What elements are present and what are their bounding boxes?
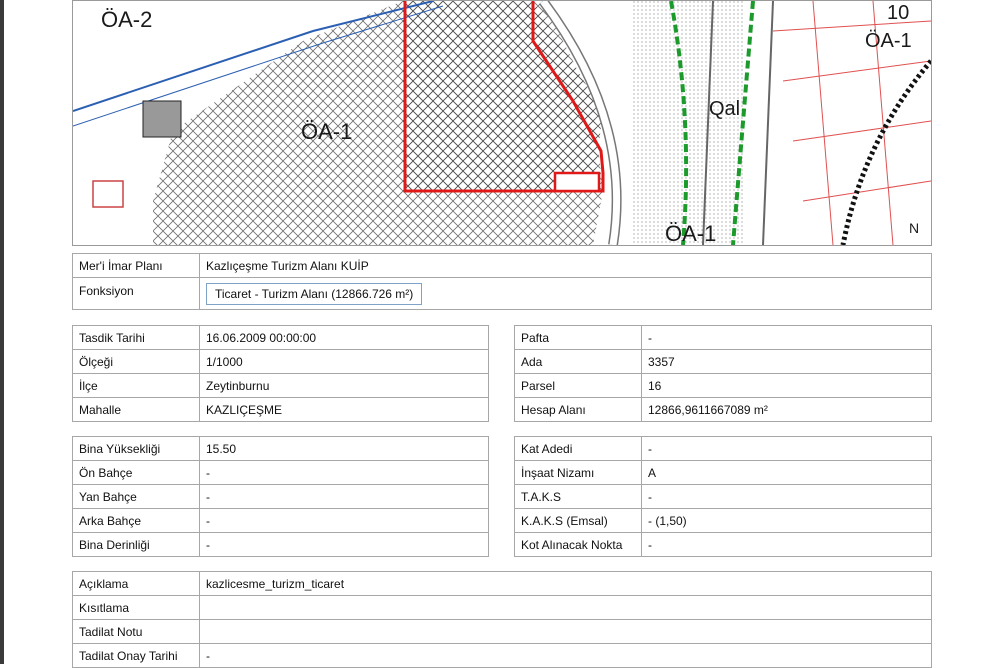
field-value: - xyxy=(641,532,932,557)
plan-table: Mer'i İmar Planı Kazlıçeşme Turizm Alanı… xyxy=(72,253,932,310)
field-label: Kot Alınacak Nokta xyxy=(514,532,642,557)
field-label: Bina Yüksekliği xyxy=(72,436,200,461)
table-row: Kat Adedi - xyxy=(514,436,932,461)
building-density-table: Kat Adedi - İnşaat Nizamı A T.A.K.S - K.A.K… xyxy=(514,436,932,557)
field-value: - xyxy=(641,325,932,350)
field-label: Ön Bahçe xyxy=(72,460,200,485)
field-label: İlçe xyxy=(72,373,200,398)
field-value: 15.50 xyxy=(199,436,489,461)
table-row: Mahalle KAZLIÇEŞME xyxy=(72,397,489,422)
table-row: Bina Yüksekliği 15.50 xyxy=(72,436,489,461)
table-row: İnşaat Nizamı A xyxy=(514,460,932,485)
field-value: KAZLIÇEŞME xyxy=(199,397,489,422)
field-value: - xyxy=(199,484,489,509)
field-label: Tadilat Notu xyxy=(72,619,200,644)
field-value: 3357 xyxy=(641,349,932,374)
map-label-oa2: ÖA-2 xyxy=(101,7,152,32)
table-row: Hesap Alanı 12866,9611667089 m² xyxy=(514,397,932,422)
table-row: Açıklama kazlicesme_turizm_ticaret xyxy=(72,571,932,596)
field-label: Kısıtlama xyxy=(72,595,200,620)
notes-table: Açıklama kazlicesme_turizm_ticaret Kısıtl… xyxy=(72,571,932,668)
zoning-map[interactable]: ÖA-2 ÖA-1 ÖA-1 ÖA-1 Qal 10 N xyxy=(72,0,932,246)
field-label: Pafta xyxy=(514,325,642,350)
table-row: Ölçeği 1/1000 xyxy=(72,349,489,374)
field-value: - xyxy=(199,508,489,533)
building-setbacks-table: Bina Yüksekliği 15.50 Ön Bahçe - Yan Bahçe… xyxy=(72,436,489,557)
table-row: Kısıtlama xyxy=(72,595,932,620)
table-row: Bina Derinliği - xyxy=(72,532,489,557)
field-label: Bina Derinliği xyxy=(72,532,200,557)
table-row: Kot Alınacak Nokta - xyxy=(514,532,932,557)
map-label-oa1-south: ÖA-1 xyxy=(665,221,716,245)
function-cell: Ticaret - Turizm Alanı (12866.726 m²) xyxy=(199,277,932,310)
map-label-oa1: ÖA-1 xyxy=(301,119,352,144)
table-row: Tasdik Tarihi 16.06.2009 00:00:00 xyxy=(72,325,489,350)
field-label: Mahalle xyxy=(72,397,200,422)
table-row: Fonksiyon Ticaret - Turizm Alanı (12866.… xyxy=(72,277,932,310)
field-value: - xyxy=(199,460,489,485)
north-arrow-icon: N xyxy=(909,220,919,236)
table-row: Arka Bahçe - xyxy=(72,508,489,533)
field-value: kazlicesme_turizm_ticaret xyxy=(199,571,932,596)
field-value: - xyxy=(641,436,932,461)
field-label: Kat Adedi xyxy=(514,436,642,461)
field-value: - xyxy=(641,484,932,509)
field-value: Zeytinburnu xyxy=(199,373,489,398)
parcel-ids-table: Pafta - Ada 3357 Parsel 16 Hesap Alanı 12866… xyxy=(514,325,932,422)
field-value: 1/1000 xyxy=(199,349,489,374)
table-row: Parsel 16 xyxy=(514,373,932,398)
function-link[interactable]: Ticaret - Turizm Alanı (12866.726 m²) xyxy=(206,282,423,305)
field-label: Yan Bahçe xyxy=(72,484,200,509)
field-label: Açıklama xyxy=(72,571,200,596)
table-row: K.A.K.S (Emsal) - (1,50) xyxy=(514,508,932,533)
field-value: A xyxy=(641,460,932,485)
table-row: Tadilat Notu xyxy=(72,619,932,644)
map-label-ten: 10 xyxy=(887,2,909,24)
field-label: İnşaat Nizamı xyxy=(514,460,642,485)
field-value: Kazlıçeşme Turizm Alanı KUİP xyxy=(199,253,932,278)
table-row: Mer'i İmar Planı Kazlıçeşme Turizm Alanı… xyxy=(72,253,932,278)
table-row: Ada 3357 xyxy=(514,349,932,374)
parcel-info-table: Tasdik Tarihi 16.06.2009 00:00:00 Ölçeği 1… xyxy=(72,325,489,422)
field-value xyxy=(199,619,932,644)
field-label: T.A.K.S xyxy=(514,484,642,509)
window-edge xyxy=(0,0,4,664)
field-label: Parsel xyxy=(514,373,642,398)
field-value: 16 xyxy=(641,373,932,398)
field-label: Tasdik Tarihi xyxy=(72,325,200,350)
table-row: İlçe Zeytinburnu xyxy=(72,373,489,398)
field-label: K.A.K.S (Emsal) xyxy=(514,508,642,533)
table-row: Pafta - xyxy=(514,325,932,350)
field-label: Fonksiyon xyxy=(72,277,200,310)
field-value: - xyxy=(199,532,489,557)
table-row: T.A.K.S - xyxy=(514,484,932,509)
field-value: 16.06.2009 00:00:00 xyxy=(199,325,489,350)
table-row: Ön Bahçe - xyxy=(72,460,489,485)
field-value xyxy=(199,595,932,620)
field-value: 12866,9611667089 m² xyxy=(641,397,932,422)
map-label-oa-right: ÖA-1 xyxy=(865,30,912,52)
field-label: Hesap Alanı xyxy=(514,397,642,422)
field-label: Mer'i İmar Planı xyxy=(72,253,200,278)
field-label: Ölçeği xyxy=(72,349,200,374)
field-value: - (1,50) xyxy=(641,508,932,533)
field-label: Arka Bahçe xyxy=(72,508,200,533)
table-row: Yan Bahçe - xyxy=(72,484,489,509)
map-label-qal: Qal xyxy=(709,98,740,120)
field-label: Ada xyxy=(514,349,642,374)
